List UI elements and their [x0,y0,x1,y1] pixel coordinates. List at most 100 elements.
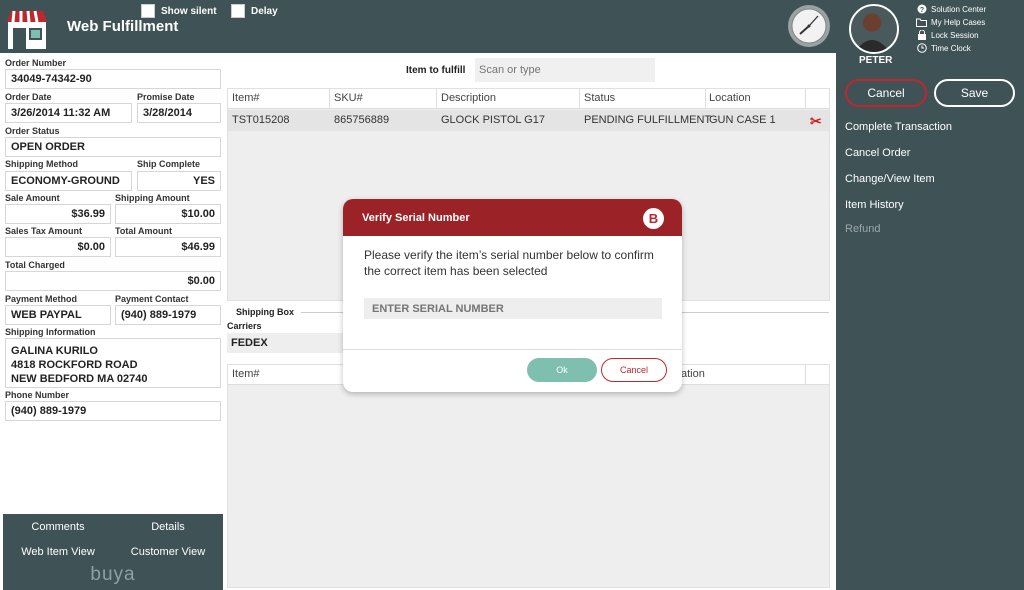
shipping-info-label: Shipping Information [5,327,96,337]
order-number-field: 34049-74342-90 [5,69,221,89]
order-status-label: Order Status [5,126,60,136]
order-number-label: Order Number [5,58,67,68]
ship-complete-field: YES [137,171,221,191]
ship-city: NEW BEDFORD MA 02740 [11,373,148,385]
col-status[interactable]: Status [584,92,615,104]
payment-contact-label: Payment Contact [115,294,189,304]
right-panel: PETER ? Solution Center My Help Cases Lo… [836,0,1024,590]
time-clock-link[interactable]: Time Clock [916,43,971,53]
time-clock-label: Time Clock [931,43,971,53]
save-button[interactable]: Save [934,79,1015,107]
verify-serial-dialog: Verify Serial Number B Please verify the… [343,199,682,392]
lock-session-label: Lock Session [931,30,979,40]
complete-transaction-action[interactable]: Complete Transaction [845,121,952,133]
checkbox-box[interactable] [231,4,245,18]
item-to-fulfill-label: Item to fulfill [406,65,466,76]
app-title: Web Fulfillment [67,18,179,35]
shipping-info-field: GALINA KURILO 4818 ROCKFORD ROAD NEW BED… [5,338,221,388]
col-location[interactable]: Location [709,92,751,104]
checkbox-box[interactable] [141,4,155,18]
show-silent-checkbox[interactable]: Show silent [141,4,217,18]
help-icon: ? [916,4,927,14]
cell-status: PENDING FULFILLMENT [584,114,712,126]
total-amount-label: Total Amount [115,226,172,236]
shipping-method-field: ECONOMY-GROUND [5,171,132,191]
order-date-label: Order Date [5,92,52,102]
cell-location: GUN CASE 1 [709,114,776,126]
col-item[interactable]: Item# [232,92,260,104]
clock-icon [788,5,830,47]
table-row[interactable]: TST015208 865756889 GLOCK PISTOL G17 PEN… [228,110,829,131]
delay-label: Delay [251,5,278,17]
brand-logo: buya [90,564,136,585]
ship-complete-label: Ship Complete [137,159,201,169]
payment-method-label: Payment Method [5,294,78,304]
ok-button[interactable]: Ok [527,358,597,382]
cell-item: TST015208 [232,114,290,126]
store-logo-icon [7,10,47,49]
user-name: PETER [859,55,893,66]
cancel-button[interactable]: Cancel [845,79,927,107]
sale-amount-field: $36.99 [5,204,111,224]
phone-number-label: Phone Number [5,390,70,400]
comments-button[interactable]: Comments [3,514,113,539]
payment-method-field: WEB PAYPAL [5,305,111,325]
details-button[interactable]: Details [113,514,223,539]
col-box-location[interactable]: ation [681,368,705,380]
delay-checkbox[interactable]: Delay [231,4,278,18]
phone-number-field: (940) 889-1979 [5,401,221,421]
dialog-header: Verify Serial Number B [343,199,682,236]
order-date-field: 3/26/2014 11:32 AM [5,103,132,123]
col-sku[interactable]: SKU# [334,92,363,104]
serial-number-input[interactable] [364,298,662,319]
brand-badge-icon: B [643,208,664,229]
item-to-fulfill-input[interactable] [475,58,655,82]
shipping-amount-field: $10.00 [115,204,221,224]
svg-text:?: ? [919,7,923,14]
dialog-message: Please verify the item’s serial number b… [364,248,654,278]
user-silhouette-icon [854,13,890,52]
web-item-view-button[interactable]: Web Item View [3,539,113,564]
order-details-panel: Order Number 34049-74342-90 Order Date 3… [0,53,225,590]
cell-sku: 865756889 [334,114,390,126]
cancel-order-action[interactable]: Cancel Order [845,147,910,159]
show-silent-label: Show silent [161,5,217,17]
customer-view-button[interactable]: Customer View [113,539,223,564]
lock-session-link[interactable]: Lock Session [916,30,979,40]
time-clock-icon [916,43,927,53]
my-help-cases-label: My Help Cases [931,17,986,27]
dialog-title: Verify Serial Number [362,211,470,224]
promise-date-label: Promise Date [137,92,195,102]
header: Web Fulfillment Show silent Delay [0,0,836,53]
shipping-box-label: Shipping Box [236,307,294,317]
item-history-action[interactable]: Item History [845,199,904,211]
total-amount-field: $46.99 [115,237,221,257]
divider [343,349,682,350]
shipping-amount-label: Shipping Amount [115,193,190,203]
my-help-cases-link[interactable]: My Help Cases [916,17,985,27]
refund-action: Refund [845,223,881,235]
sales-tax-label: Sales Tax Amount [5,226,83,236]
total-charged-field: $0.00 [5,271,221,291]
shipping-method-label: Shipping Method [5,159,78,169]
sales-tax-field: $0.00 [5,237,111,257]
lock-icon [916,30,927,40]
dialog-cancel-button[interactable]: Cancel [601,358,667,382]
items-table-header: Item# SKU# Description Status Location [228,89,829,109]
order-status-field: OPEN ORDER [5,137,221,157]
remove-item-icon[interactable]: ✂ [810,113,822,130]
payment-contact-field: (940) 889-1979 [115,305,221,325]
sale-amount-label: Sale Amount [5,193,60,203]
avatar[interactable] [849,4,899,54]
ship-street: 4818 ROCKFORD ROAD [11,359,138,371]
ship-name: GALINA KURILO [11,345,98,357]
col-description[interactable]: Description [441,92,496,104]
carrier-field[interactable]: FEDEX [227,333,347,353]
col-box-item[interactable]: Item# [232,368,260,380]
total-charged-label: Total Charged [5,260,65,270]
change-view-item-action[interactable]: Change/View Item [845,173,935,185]
solution-center-link[interactable]: ? Solution Center [916,4,986,14]
left-button-panel: Comments Details Web Item View Customer … [3,514,223,590]
shipping-box-table: Item# ation [227,364,830,588]
promise-date-field: 3/28/2014 [137,103,221,123]
